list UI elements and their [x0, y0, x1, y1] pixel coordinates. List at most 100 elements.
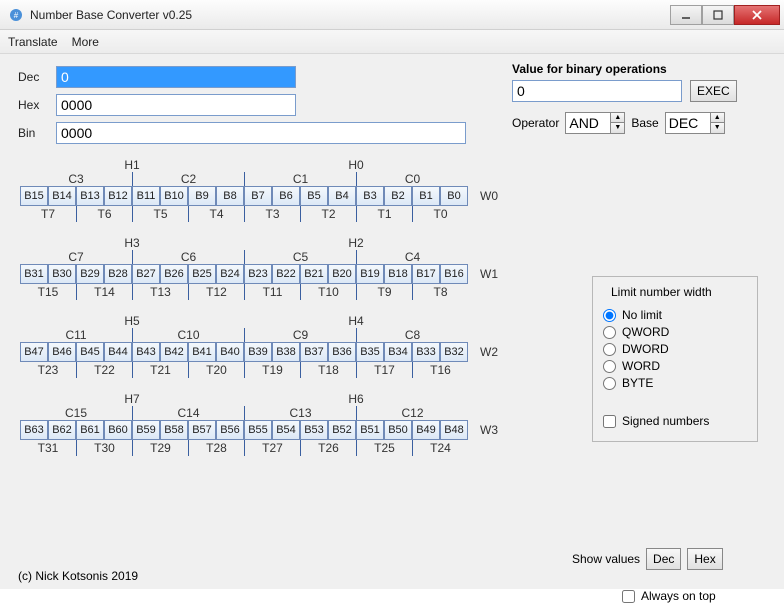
bit-button[interactable]: B33 [412, 342, 440, 362]
base-spinner[interactable]: ▲▼ [665, 112, 725, 134]
bit-button[interactable]: B47 [20, 342, 48, 362]
dec-input[interactable] [56, 66, 296, 88]
bit-button[interactable]: B63 [20, 420, 48, 440]
exec-button[interactable]: EXEC [690, 80, 737, 102]
bit-button[interactable]: B2 [384, 186, 412, 206]
spin-up-icon[interactable]: ▲ [710, 113, 724, 123]
always-on-top-checkbox[interactable]: Always on top [622, 589, 716, 603]
bit-button[interactable]: B49 [412, 420, 440, 440]
bit-button[interactable]: B62 [48, 420, 76, 440]
bit-button[interactable]: B57 [188, 420, 216, 440]
pair-label: T28 [188, 440, 244, 456]
bit-button[interactable]: B60 [104, 420, 132, 440]
bit-button[interactable]: B3 [356, 186, 384, 206]
bit-button[interactable]: B61 [76, 420, 104, 440]
bit-button[interactable]: B38 [272, 342, 300, 362]
bit-button[interactable]: B55 [244, 420, 272, 440]
minimize-button[interactable] [670, 5, 702, 25]
menu-more[interactable]: More [72, 35, 99, 49]
limit-option[interactable]: QWORD [603, 325, 747, 339]
nibble-label: C13 [244, 406, 356, 420]
signed-checkbox[interactable]: Signed numbers [603, 414, 747, 428]
bit-button[interactable]: B13 [76, 186, 104, 206]
bit-button[interactable]: B51 [356, 420, 384, 440]
bit-button[interactable]: B25 [188, 264, 216, 284]
bit-button[interactable]: B6 [272, 186, 300, 206]
bit-button[interactable]: B10 [160, 186, 188, 206]
bit-button[interactable]: B24 [216, 264, 244, 284]
bit-button[interactable]: B19 [356, 264, 384, 284]
bit-button[interactable]: B40 [216, 342, 244, 362]
bit-button[interactable]: B44 [104, 342, 132, 362]
nibble-label: C8 [356, 328, 468, 342]
maximize-button[interactable] [702, 5, 734, 25]
bit-button[interactable]: B7 [244, 186, 272, 206]
operator-spinner[interactable]: ▲▼ [565, 112, 625, 134]
limit-option[interactable]: WORD [603, 359, 747, 373]
halfword-label: H3 [20, 236, 244, 250]
bit-button[interactable]: B29 [76, 264, 104, 284]
bit-button[interactable]: B39 [244, 342, 272, 362]
bit-button[interactable]: B5 [300, 186, 328, 206]
nibble-label: C3 [20, 172, 132, 186]
limit-option[interactable]: No limit [603, 308, 747, 322]
bit-button[interactable]: B28 [104, 264, 132, 284]
bit-button[interactable]: B56 [216, 420, 244, 440]
bit-button[interactable]: B54 [272, 420, 300, 440]
bit-button[interactable]: B46 [48, 342, 76, 362]
bit-button[interactable]: B53 [300, 420, 328, 440]
bit-button[interactable]: B35 [356, 342, 384, 362]
bit-button[interactable]: B37 [300, 342, 328, 362]
bit-button[interactable]: B14 [48, 186, 76, 206]
limit-option[interactable]: BYTE [603, 376, 747, 390]
pair-label: T2 [300, 206, 356, 222]
menu-translate[interactable]: Translate [8, 35, 58, 49]
show-dec-button[interactable]: Dec [646, 548, 681, 570]
bit-button[interactable]: B27 [132, 264, 160, 284]
bit-button[interactable]: B9 [188, 186, 216, 206]
spin-up-icon[interactable]: ▲ [610, 113, 624, 123]
bit-button[interactable]: B43 [132, 342, 160, 362]
bit-button[interactable]: B45 [76, 342, 104, 362]
binops-value-input[interactable] [512, 80, 682, 102]
close-button[interactable] [734, 5, 780, 25]
pair-label: T10 [300, 284, 356, 300]
hex-input[interactable] [56, 94, 296, 116]
bit-button[interactable]: B52 [328, 420, 356, 440]
bit-button[interactable]: B0 [440, 186, 468, 206]
bit-button[interactable]: B59 [132, 420, 160, 440]
bit-button[interactable]: B21 [300, 264, 328, 284]
bit-button[interactable]: B32 [440, 342, 468, 362]
bit-button[interactable]: B18 [384, 264, 412, 284]
bit-button[interactable]: B8 [216, 186, 244, 206]
bit-button[interactable]: B17 [412, 264, 440, 284]
bin-input[interactable] [56, 122, 466, 144]
bit-button[interactable]: B12 [104, 186, 132, 206]
bit-button[interactable]: B22 [272, 264, 300, 284]
bit-button[interactable]: B36 [328, 342, 356, 362]
bit-button[interactable]: B15 [20, 186, 48, 206]
bit-button[interactable]: B48 [440, 420, 468, 440]
bit-button[interactable]: B42 [160, 342, 188, 362]
nibble-label: C1 [244, 172, 356, 186]
nibble-label: C11 [20, 328, 132, 342]
bit-button[interactable]: B1 [412, 186, 440, 206]
show-hex-button[interactable]: Hex [687, 548, 722, 570]
pair-label: T1 [356, 206, 412, 222]
bit-button[interactable]: B34 [384, 342, 412, 362]
bit-button[interactable]: B4 [328, 186, 356, 206]
bit-button[interactable]: B16 [440, 264, 468, 284]
spin-down-icon[interactable]: ▼ [710, 123, 724, 133]
bit-button[interactable]: B41 [188, 342, 216, 362]
spin-down-icon[interactable]: ▼ [610, 123, 624, 133]
bit-button[interactable]: B26 [160, 264, 188, 284]
bit-button[interactable]: B11 [132, 186, 160, 206]
word-label: W0 [480, 186, 498, 206]
bit-button[interactable]: B31 [20, 264, 48, 284]
bit-button[interactable]: B30 [48, 264, 76, 284]
limit-option[interactable]: DWORD [603, 342, 747, 356]
bit-button[interactable]: B50 [384, 420, 412, 440]
bit-button[interactable]: B58 [160, 420, 188, 440]
bit-button[interactable]: B23 [244, 264, 272, 284]
bit-button[interactable]: B20 [328, 264, 356, 284]
